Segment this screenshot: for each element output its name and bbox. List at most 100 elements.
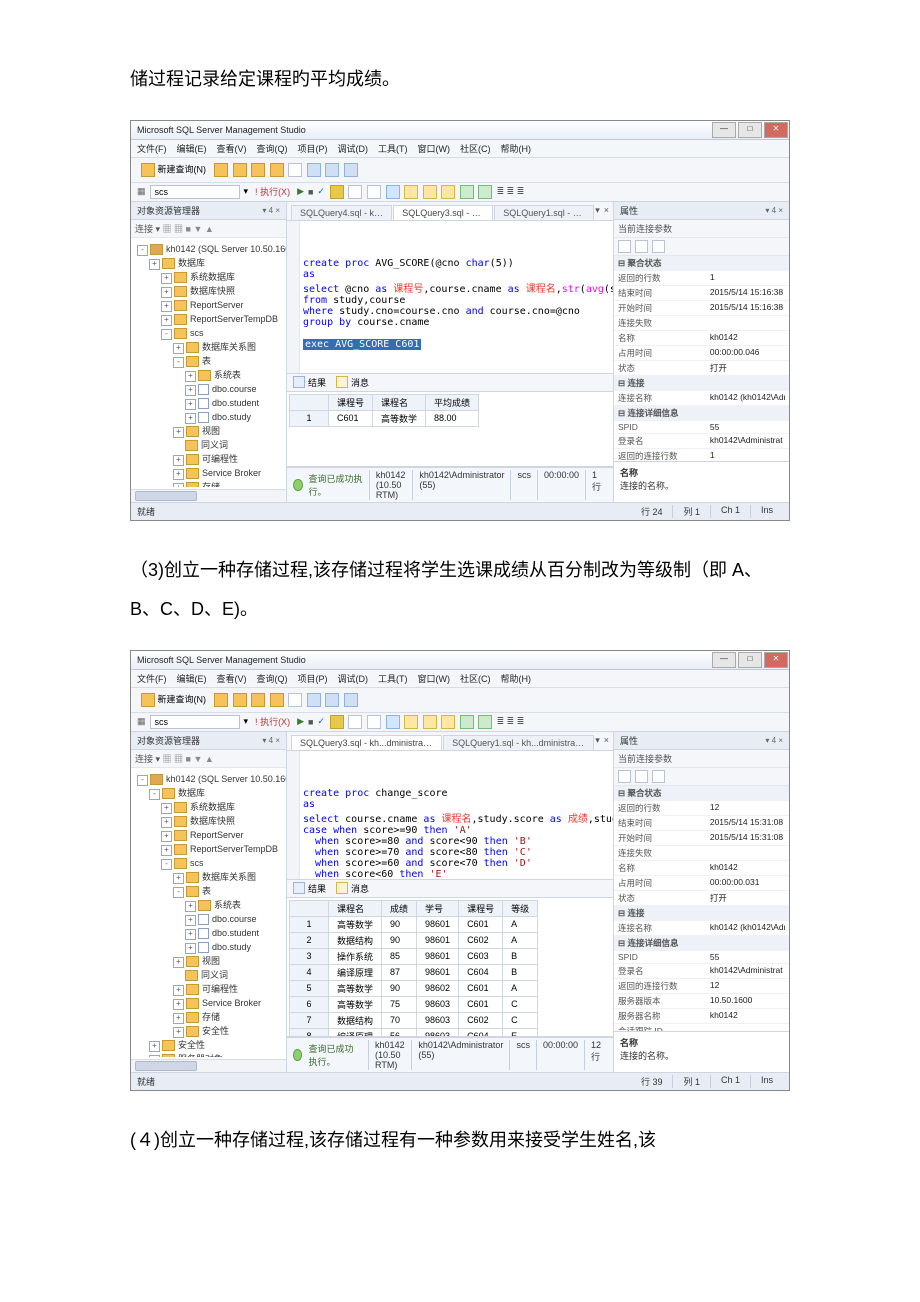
tree-node[interactable]: -表	[137, 884, 286, 898]
messages-tab[interactable]: 消息	[336, 882, 369, 895]
categorized-icon[interactable]	[618, 770, 631, 783]
property-row[interactable]: 登录名kh0142\Administrat	[614, 434, 789, 449]
property-section[interactable]: ⊟ 连接详细信息	[614, 936, 789, 951]
property-row[interactable]: 开始时间2015/5/14 15:31:08	[614, 831, 789, 846]
tab-dropdown-icon[interactable]: ▾	[595, 735, 600, 746]
tree-node[interactable]: +Service Broker	[137, 466, 286, 480]
new-query-button[interactable]: 新建查询(N)	[137, 161, 210, 179]
menu-item[interactable]: 社区(C)	[460, 674, 491, 684]
props-pages-icon[interactable]	[652, 240, 665, 253]
property-row[interactable]: 返回的连接行数12	[614, 979, 789, 994]
property-row[interactable]: 会话跟踪 ID	[614, 1024, 789, 1031]
object-explorer-header[interactable]: 对象资源管理器 ▾ 4 ×	[131, 202, 286, 220]
object-tree[interactable]: -kh0142 (SQL Server 10.50.1600 - kh0142\…	[131, 768, 286, 1057]
table-row[interactable]: 6高等数学7598603C601C	[290, 996, 538, 1012]
tree-node[interactable]: +dbo.study	[137, 940, 286, 954]
result-tabs[interactable]: 结果 消息	[287, 374, 613, 392]
properties-header[interactable]: 属性 ▾ 4 ×	[614, 732, 789, 750]
tree-node[interactable]: 同义词	[137, 968, 286, 982]
tree-node[interactable]: -scs	[137, 326, 286, 340]
main-toolbar[interactable]: 新建查询(N)	[131, 158, 789, 183]
sql-toolbar-icons[interactable]: ≣ ≣ ≣	[329, 715, 525, 729]
tree-node[interactable]: +数据库快照	[137, 814, 286, 828]
execute-button[interactable]: ! 执行(X)	[252, 715, 293, 728]
tree-node[interactable]: +ReportServerTempDB	[137, 842, 286, 856]
tree-node[interactable]: +系统数据库	[137, 800, 286, 814]
tree-node[interactable]: +ReportServer	[137, 828, 286, 842]
new-query-button[interactable]: 新建查询(N)	[137, 691, 210, 709]
tree-node[interactable]: +服务器对象	[137, 1052, 286, 1057]
table-row[interactable]: 7数据结构7098603C602C	[290, 1012, 538, 1028]
tree-node[interactable]: +可编程性	[137, 452, 286, 466]
sql-toolbar[interactable]: ▦ scs ▾ ! 执行(X) ▶ ■ ✓ ≣ ≣ ≣	[131, 713, 789, 732]
menu-item[interactable]: 工具(T)	[378, 144, 408, 154]
object-explorer-hscroll[interactable]	[131, 489, 286, 502]
properties-toolbar[interactable]	[614, 768, 789, 786]
menu-item[interactable]: 查看(V)	[217, 144, 247, 154]
result-tabs[interactable]: 结果 消息	[287, 880, 613, 898]
editor-tabs[interactable]: SQLQuery3.sql - kh...dministrator (55))*…	[287, 732, 613, 751]
sql-editor[interactable]: create proc AVG_SCORE(@cno char(5)) as s…	[287, 221, 613, 374]
sql-toolbar[interactable]: ▦ scs ▾ ! 执行(X) ▶ ■ ✓ ≣ ≣ ≣	[131, 183, 789, 202]
database-selector[interactable]: scs	[150, 715, 240, 729]
tree-node[interactable]: +dbo.student	[137, 396, 286, 410]
maximize-button[interactable]: □	[738, 122, 762, 138]
property-row[interactable]: 开始时间2015/5/14 15:16:38	[614, 301, 789, 316]
column-header[interactable]: 课程号	[459, 900, 503, 916]
minimize-button[interactable]: —	[712, 122, 736, 138]
editor-tab[interactable]: SQLQuery3.sql - kh...dministrator (55))*	[393, 205, 493, 220]
tree-node[interactable]: 同义词	[137, 438, 286, 452]
close-button[interactable]: ✕	[764, 122, 788, 138]
categorized-icon[interactable]	[618, 240, 631, 253]
toolbar-icons[interactable]	[213, 693, 359, 707]
column-header[interactable]: 课程名	[329, 900, 382, 916]
property-row[interactable]: 返回的连接行数1	[614, 449, 789, 461]
menu-item[interactable]: 帮助(H)	[501, 674, 532, 684]
tree-node[interactable]: +数据库	[137, 256, 286, 270]
property-row[interactable]: 状态打开	[614, 891, 789, 906]
property-section[interactable]: ⊟ 连接详细信息	[614, 406, 789, 421]
properties-grid[interactable]: ⊟ 聚合状态返回的行数12结束时间2015/5/14 15:31:08开始时间2…	[614, 786, 789, 1031]
property-row[interactable]: SPID55	[614, 421, 789, 434]
tree-node[interactable]: -数据库	[137, 786, 286, 800]
property-row[interactable]: 名称kh0142	[614, 331, 789, 346]
tree-node[interactable]: +存储	[137, 480, 286, 487]
property-row[interactable]: 服务器名称kh0142	[614, 1009, 789, 1024]
tree-node[interactable]: -scs	[137, 856, 286, 870]
property-section[interactable]: ⊟ 连接	[614, 376, 789, 391]
menu-item[interactable]: 调试(D)	[338, 144, 369, 154]
tree-node[interactable]: +视图	[137, 954, 286, 968]
props-pages-icon[interactable]	[652, 770, 665, 783]
minimize-button[interactable]: —	[712, 652, 736, 668]
column-header[interactable]: 平均成绩	[426, 394, 479, 410]
tab-close-icon[interactable]: ×	[604, 205, 609, 216]
column-header[interactable]: 课程名	[373, 394, 426, 410]
object-tree[interactable]: -kh0142 (SQL Server 10.50.1600 - kh0142\…	[131, 238, 286, 487]
menu-item[interactable]: 文件(F)	[137, 144, 167, 154]
table-row[interactable]: 1C601高等数学88.00	[290, 410, 479, 426]
messages-tab[interactable]: 消息	[336, 376, 369, 389]
properties-toolbar[interactable]	[614, 238, 789, 256]
editor-tab[interactable]: SQLQuery1.sql - kh...dministrator (52))*	[494, 205, 594, 220]
property-row[interactable]: 结束时间2015/5/14 15:16:38	[614, 286, 789, 301]
menu-bar[interactable]: 文件(F)编辑(E)查看(V)查询(Q)项目(P)调试(D)工具(T)窗口(W)…	[131, 670, 789, 688]
results-tab[interactable]: 结果	[293, 882, 326, 895]
table-row[interactable]: 8编译原理5698603C604E	[290, 1028, 538, 1037]
menu-item[interactable]: 查询(Q)	[257, 674, 288, 684]
editor-tab[interactable]: SQLQuery4.sql - kh...Administrator (53))	[291, 205, 392, 220]
maximize-button[interactable]: □	[738, 652, 762, 668]
tree-node[interactable]: +数据库关系图	[137, 340, 286, 354]
menu-item[interactable]: 项目(P)	[298, 144, 328, 154]
property-row[interactable]: 结束时间2015/5/14 15:31:08	[614, 816, 789, 831]
main-toolbar[interactable]: 新建查询(N)	[131, 688, 789, 713]
table-row[interactable]: 2数据结构9098601C602A	[290, 932, 538, 948]
editor-tab[interactable]: SQLQuery3.sql - kh...dministrator (55))*	[291, 735, 442, 750]
alphabetical-icon[interactable]	[635, 770, 648, 783]
menu-item[interactable]: 窗口(W)	[418, 674, 451, 684]
object-explorer-hscroll[interactable]	[131, 1059, 286, 1072]
property-section[interactable]: ⊟ 连接	[614, 906, 789, 921]
tree-node[interactable]: +Service Broker	[137, 996, 286, 1010]
sql-toolbar-icons[interactable]: ≣ ≣ ≣	[329, 185, 525, 199]
menu-item[interactable]: 编辑(E)	[177, 674, 207, 684]
tree-node[interactable]: +数据库关系图	[137, 870, 286, 884]
